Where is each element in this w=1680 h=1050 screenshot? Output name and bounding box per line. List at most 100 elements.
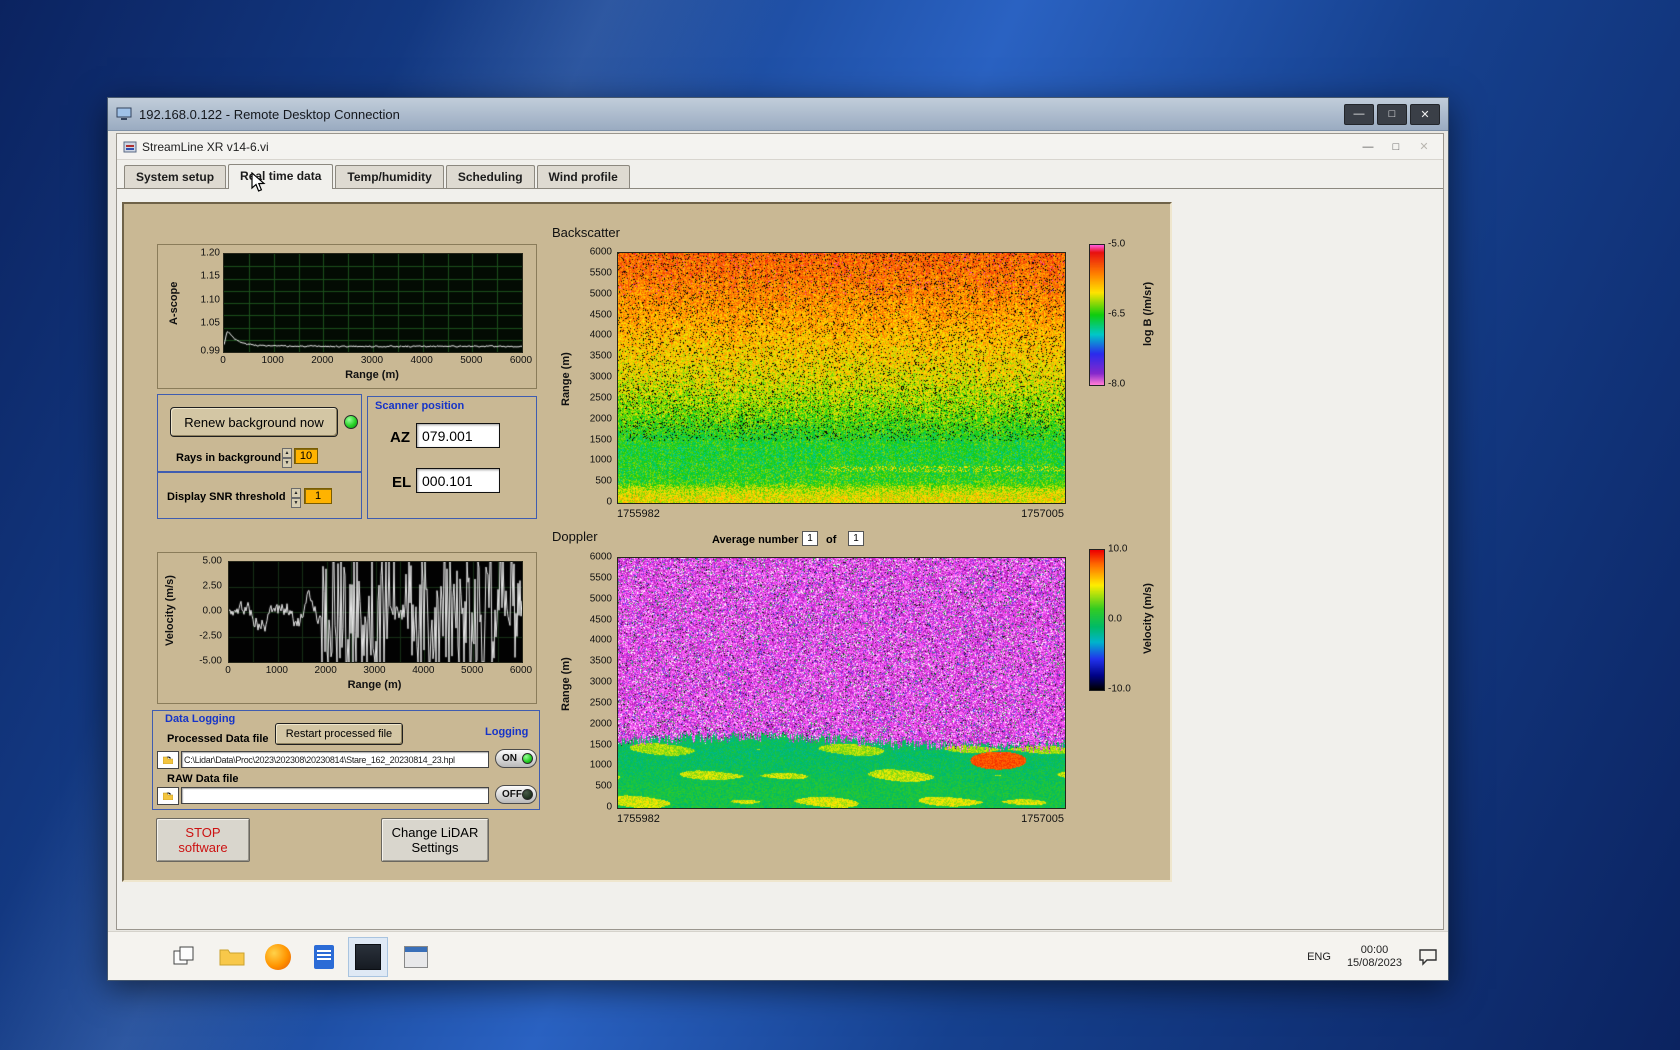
average-number-label: Average number: [712, 534, 798, 546]
tick-label: 2000: [315, 665, 337, 676]
renew-background-button[interactable]: Renew background now: [170, 407, 338, 437]
tick-label: 0.99: [201, 346, 220, 357]
tick-label: -5.0: [1108, 239, 1125, 250]
data-logging-title: Data Logging: [165, 713, 235, 725]
tick-label: 0: [606, 802, 612, 813]
snr-value-field[interactable]: 1: [304, 488, 332, 504]
tick-label: 2000: [311, 355, 333, 366]
doppler-colorbar-ticks: 10.00.0-10.0: [1108, 549, 1142, 689]
background-group: Renew background now Rays in background …: [157, 394, 362, 472]
logging-off-led: [522, 789, 533, 800]
tick-label: 1000: [262, 355, 284, 366]
tick-label: 6000: [590, 552, 612, 563]
tick-label: -8.0: [1108, 379, 1125, 390]
rdp-title: 192.168.0.122 - Remote Desktop Connectio…: [139, 107, 400, 122]
tick-label: 5000: [461, 665, 483, 676]
tick-label: 5000: [590, 288, 612, 299]
rdp-close-button[interactable]: ✕: [1410, 104, 1440, 125]
tick-label: 1000: [266, 665, 288, 676]
app-restore-button[interactable]: □: [1383, 138, 1409, 156]
rays-in-background-label: Rays in background: [176, 452, 281, 464]
average-count-value[interactable]: 1: [848, 531, 864, 546]
rdp-maximize-button[interactable]: □: [1377, 104, 1407, 125]
task-view-icon: [173, 946, 195, 968]
app-title: StreamLine XR v14-6.vi: [142, 140, 269, 154]
streamline-taskbar-button[interactable]: [348, 937, 388, 977]
tick-label: -6.5: [1108, 309, 1125, 320]
clock[interactable]: 00:00 15/08/2023: [1347, 944, 1402, 970]
raw-path-field[interactable]: [181, 787, 489, 804]
tick-label: 6000: [590, 247, 612, 258]
raw-path-browse[interactable]: C: [157, 787, 179, 805]
tick-label: 0: [225, 665, 231, 676]
main-panel: A-scope 1.201.151.101.050.99 01000200030…: [122, 202, 1172, 882]
rays-value-field[interactable]: 10: [294, 448, 318, 464]
tick-label: 3500: [590, 351, 612, 362]
tab-scheduling[interactable]: Scheduling: [446, 165, 535, 188]
el-value-display: 000.101: [416, 468, 500, 493]
tick-label: 1.05: [201, 318, 220, 329]
background-led: [344, 415, 358, 429]
doppler-colorbar: [1089, 549, 1105, 691]
velocity-yticks: 5.002.500.00-2.50-5.00: [186, 561, 222, 661]
tick-label: 6000: [510, 355, 532, 366]
app-minimize-button[interactable]: —: [1355, 138, 1381, 156]
language-indicator[interactable]: ENG: [1307, 951, 1331, 963]
processed-path-browse[interactable]: C: [157, 751, 179, 769]
file-explorer-button[interactable]: [216, 941, 248, 973]
restart-processed-file-button[interactable]: Restart processed file: [275, 723, 403, 745]
ascope-xticks: 0100020003000400050006000: [223, 355, 521, 367]
average-of-label: of: [826, 534, 836, 546]
rays-spinner[interactable]: ▲▼: [282, 448, 292, 465]
rdp-minimize-button[interactable]: —: [1344, 104, 1374, 125]
tick-label: 0: [606, 497, 612, 508]
tick-label: 6000: [510, 665, 532, 676]
tab-wind-profile[interactable]: Wind profile: [537, 165, 630, 188]
tab-temp-humidity[interactable]: Temp/humidity: [335, 165, 443, 188]
backscatter-colorbar-ticks: -5.0-6.5-8.0: [1108, 244, 1142, 384]
tick-label: 3000: [363, 665, 385, 676]
scan-scheduler-button[interactable]: [400, 941, 432, 973]
tick-label: 5500: [590, 572, 612, 583]
doppler-ylabel: Range (m): [558, 629, 574, 739]
snr-spinner[interactable]: ▲▼: [291, 488, 301, 505]
tick-label: 3000: [590, 372, 612, 383]
tick-label: 5500: [590, 267, 612, 278]
ascope-yticks: 1.201.151.101.050.99: [186, 253, 220, 351]
rdp-titlebar[interactable]: 192.168.0.122 - Remote Desktop Connectio…: [108, 98, 1448, 131]
tick-label: 2500: [590, 392, 612, 403]
tick-label: 1.20: [201, 248, 220, 259]
stop-software-button[interactable]: STOP software: [156, 818, 250, 862]
document-app-button[interactable]: [308, 941, 340, 973]
notification-icon[interactable]: [1418, 948, 1438, 966]
snr-threshold-group: Display SNR threshold ▲▼ 1: [157, 472, 362, 519]
tab-real-time-data[interactable]: Real time data: [228, 164, 333, 189]
app-close-button[interactable]: ✕: [1411, 138, 1437, 156]
processed-path-field[interactable]: C:\Lidar\Data\Proc\2023\202308\20230814\…: [181, 751, 489, 768]
app-titlebar[interactable]: StreamLine XR v14-6.vi — □ ✕: [117, 134, 1443, 160]
doppler-yticks: 6000550050004500400035003000250020001500…: [576, 557, 612, 807]
processed-logging-toggle[interactable]: ON: [495, 749, 537, 768]
clock-time: 00:00: [1361, 944, 1389, 957]
velocity-plot: [228, 561, 523, 663]
tick-label: 4000: [412, 665, 434, 676]
firefox-button[interactable]: [262, 941, 294, 973]
change-lidar-settings-button[interactable]: Change LiDAR Settings: [381, 818, 489, 862]
tab-system-setup[interactable]: System setup: [124, 165, 226, 188]
tick-label: 4500: [590, 309, 612, 320]
backscatter-x-start: 1755982: [617, 508, 660, 520]
tick-label: 0.0: [1108, 614, 1122, 625]
tick-label: 2000: [590, 413, 612, 424]
backscatter-ylabel: Range (m): [558, 324, 574, 434]
velocity-graph: Velocity (m/s) 5.002.500.00-2.50-5.00 01…: [157, 552, 537, 704]
raw-logging-toggle[interactable]: OFF: [495, 785, 537, 804]
folder-icon: [163, 756, 173, 764]
task-view-button[interactable]: [168, 941, 200, 973]
scanner-position-title: Scanner position: [375, 400, 464, 412]
average-number-value[interactable]: 1: [802, 531, 818, 546]
doppler-colorbar-label: Velocity (m/s): [1140, 559, 1156, 679]
tick-label: 2500: [590, 697, 612, 708]
tick-label: 1500: [590, 434, 612, 445]
el-label: EL: [392, 474, 411, 491]
velocity-xlabel: Range (m): [228, 679, 521, 691]
